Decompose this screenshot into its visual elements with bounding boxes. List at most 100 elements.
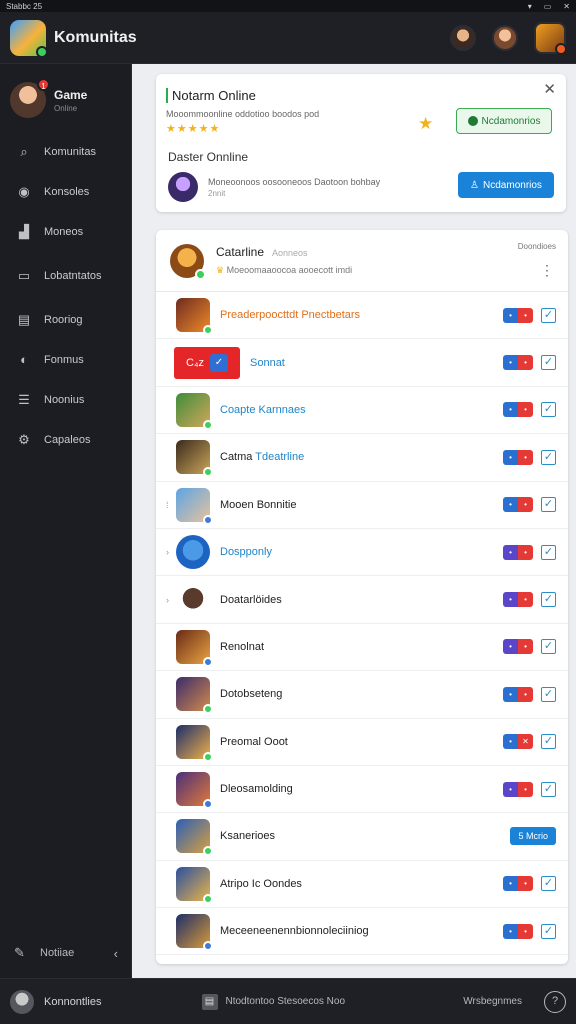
list-item[interactable]: Dotobseteng • • ✓ (156, 671, 568, 719)
sidebar-item-konsoles[interactable]: ◉ Konsoles (0, 172, 131, 212)
toggle-left[interactable]: • (503, 639, 518, 655)
toggle-pill[interactable]: • ✕ (503, 734, 533, 750)
toggle-left[interactable]: • (503, 307, 518, 323)
list-item[interactable]: › Doatarlöides • • ✓ (156, 576, 568, 624)
toggle-right[interactable]: • (518, 781, 533, 797)
game-icon[interactable] (176, 914, 213, 952)
game-icon[interactable] (176, 440, 213, 478)
sidebar-item-moneos[interactable]: ▟ Moneos (0, 212, 131, 252)
game-icon[interactable] (176, 866, 213, 904)
checkbox[interactable]: ✓ (541, 355, 556, 371)
list-item[interactable]: Catma Tdeatrline • • ✓ (156, 434, 568, 482)
toggle-right[interactable]: • (518, 592, 533, 608)
toggle-left[interactable]: • (503, 449, 518, 465)
chevron-left-icon[interactable]: ‹ (114, 946, 118, 961)
checkbox[interactable]: ✓ (541, 923, 556, 939)
sidebar-footer[interactable]: ✎ Notiiae ‹ (0, 938, 132, 968)
checkbox[interactable]: ✓ (541, 449, 556, 465)
toggle-right[interactable]: • (518, 544, 533, 560)
toggle-pill[interactable]: • • (503, 923, 533, 939)
toggle-pill[interactable]: • • (503, 686, 533, 702)
user-avatar[interactable] (168, 172, 198, 202)
game-icon[interactable] (176, 772, 213, 810)
game-avatar[interactable] (534, 21, 567, 55)
toggle-pill[interactable]: • • (503, 592, 533, 608)
toggle-left[interactable]: • (503, 355, 518, 371)
toggle-left[interactable]: • (503, 497, 518, 513)
list-item[interactable]: Ksanerioes 5 Mcrio (156, 813, 568, 861)
checkbox[interactable]: ✓ (541, 592, 556, 608)
toggle-right[interactable]: • (518, 449, 533, 465)
list-header-avatar[interactable] (170, 243, 206, 280)
checkbox[interactable]: ✓ (541, 544, 556, 560)
list-item[interactable]: › Dospponly • • ✓ (156, 529, 568, 577)
game-icon[interactable] (176, 582, 210, 617)
user-avatar-2[interactable] (492, 24, 518, 51)
checkbox[interactable]: ✓ (541, 876, 556, 892)
game-icon[interactable] (176, 392, 213, 430)
checkbox[interactable]: ✓ (541, 734, 556, 750)
game-icon[interactable] (176, 298, 213, 336)
list-item[interactable]: Coapte Karnnaes • • ✓ (156, 387, 568, 435)
bottom-right-label[interactable]: Wrsbegnmes (463, 996, 522, 1007)
app-logo-icon[interactable] (10, 19, 48, 58)
toggle-pill[interactable]: • • (503, 544, 533, 560)
toggle-left[interactable]: • (503, 544, 518, 560)
game-icon[interactable] (176, 724, 213, 762)
toggle-pill[interactable]: • • (503, 402, 533, 418)
game-icon[interactable] (176, 819, 213, 857)
checkbox[interactable]: ✓ (541, 686, 556, 702)
list-item[interactable]: Meceeneenennbionnoleciiniog • • ✓ (156, 908, 568, 956)
bottom-avatar[interactable] (10, 989, 34, 1014)
checkbox[interactable]: ✓ (541, 402, 556, 418)
more-icon[interactable]: ⋮ (540, 262, 554, 279)
list-item[interactable]: Preaderpoocttdt Pnectbetars • • ✓ (156, 292, 568, 340)
red-tag-chip[interactable]: C₄ᴢ ✓ (174, 346, 240, 379)
toggle-pill[interactable]: • • (503, 449, 533, 465)
bottom-mid[interactable]: ▤ Ntodtontoo Stesoecos Noo (201, 993, 345, 1010)
sidebar-item-lobatntatos[interactable]: ▭ Lobatntatos (0, 256, 131, 296)
checkbox[interactable]: ✓ (541, 639, 556, 655)
game-icon[interactable] (176, 629, 213, 667)
list-item[interactable]: Atripo Ic Oondes • • ✓ (156, 861, 568, 909)
row-action-button[interactable]: 5 Mcrio (510, 827, 556, 846)
toggle-left[interactable]: • (503, 734, 518, 750)
toggle-right[interactable]: • (518, 402, 533, 418)
list-item[interactable]: Dleosamolding • • ✓ (156, 766, 568, 814)
toggle-left[interactable]: • (503, 876, 518, 892)
game-icon[interactable] (176, 535, 210, 570)
list-item[interactable]: Preomal Ooot • ✕ ✓ (156, 719, 568, 766)
toggle-right[interactable]: • (518, 876, 533, 892)
close-icon[interactable]: ✕ (563, 2, 570, 11)
bottom-left-label[interactable]: Konnontlies (44, 996, 102, 1008)
toggle-left[interactable]: • (503, 402, 518, 418)
toggle-right[interactable]: • (518, 686, 533, 702)
list-item[interactable]: C₄ᴢ ✓ Sonnat • • ✓ (156, 339, 568, 387)
toggle-right[interactable]: • (518, 639, 533, 655)
toggle-pill[interactable]: • • (503, 497, 533, 513)
toggle-pill[interactable]: • • (503, 639, 533, 655)
list-item[interactable]: Renolnat • • ✓ (156, 624, 568, 672)
green-action-button[interactable]: Ncdamonrios (456, 108, 552, 134)
checkbox[interactable]: ✓ (541, 781, 556, 797)
blue-action-button[interactable]: ♙ Ncdamonrios (458, 172, 554, 198)
game-icon[interactable] (176, 677, 213, 715)
toggle-left[interactable]: • (503, 781, 518, 797)
sidebar-profile[interactable]: 1 Game Online (0, 64, 131, 132)
sidebar-item-rooriog[interactable]: ▤ Rooriog (0, 300, 131, 340)
toggle-pill[interactable]: • • (503, 307, 533, 323)
toggle-left[interactable]: • (503, 686, 518, 702)
toggle-right[interactable]: • (518, 307, 533, 323)
help-icon[interactable]: ? (544, 990, 566, 1013)
close-icon[interactable]: ✕ (543, 80, 556, 98)
toggle-left[interactable]: • (503, 923, 518, 939)
toggle-right[interactable]: ✕ (518, 734, 533, 750)
checkbox[interactable]: ✓ (541, 497, 556, 513)
toggle-right[interactable]: • (518, 923, 533, 939)
profile-avatar[interactable]: 1 (10, 78, 50, 118)
checkbox[interactable]: ✓ (541, 307, 556, 323)
game-icon[interactable] (176, 487, 213, 525)
toggle-pill[interactable]: • • (503, 355, 533, 371)
toggle-left[interactable]: • (503, 592, 518, 608)
list-item[interactable]: ⁞ Mooen Bonnitie • • ✓ (156, 482, 568, 529)
